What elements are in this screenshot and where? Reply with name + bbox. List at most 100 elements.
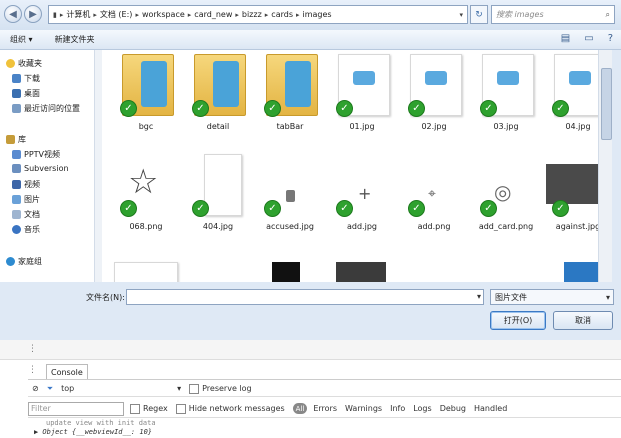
- level-info[interactable]: Info: [390, 404, 405, 413]
- breadcrumb-item[interactable]: workspace: [142, 10, 185, 19]
- console-log-line: update view with init data: [46, 419, 156, 427]
- nav-favorites[interactable]: 收藏夹: [6, 58, 42, 69]
- file-name: add.png: [417, 222, 451, 231]
- sync-check-icon: ✓: [264, 200, 281, 217]
- file-name: 404.jpg: [202, 222, 234, 231]
- sync-check-icon: ✓: [336, 100, 353, 117]
- navigation-pane: 收藏夹 下载 桌面 最近访问的位置 库 PPTV视频 Subversion 视频…: [0, 50, 96, 282]
- level-errors[interactable]: Errors: [313, 404, 337, 413]
- sync-check-icon: ✓: [192, 100, 209, 117]
- drawer-menu-icon[interactable]: ⋮: [28, 365, 37, 375]
- forward-button[interactable]: ▶: [24, 5, 42, 23]
- file-name: tabBar: [276, 122, 304, 131]
- new-folder-button[interactable]: 新建文件夹: [55, 34, 95, 45]
- level-logs[interactable]: Logs: [413, 404, 431, 413]
- organize-button[interactable]: 组织 ▾: [10, 34, 33, 45]
- open-button[interactable]: 打开(O): [490, 311, 546, 330]
- level-handled[interactable]: Handled: [474, 404, 507, 413]
- sync-check-icon: ✓: [264, 100, 281, 117]
- tab-console[interactable]: Console: [46, 364, 88, 379]
- context-select[interactable]: top ▾: [61, 384, 181, 393]
- filter-icon[interactable]: ⏷: [47, 384, 53, 394]
- file-name: 068.png: [129, 222, 163, 231]
- file-list-scrollbar[interactable]: [598, 50, 612, 282]
- chevron-down-icon[interactable]: ▾: [477, 292, 481, 301]
- regex-checkbox[interactable]: Regex: [130, 403, 168, 414]
- search-input[interactable]: 搜索 images ⌕: [491, 5, 615, 24]
- file-list: ✓ bgc ✓ detail ✓ tabBar ✓ 01.jpg ✓ 02.jpg ✓ 03.jpg ✓…: [102, 50, 598, 282]
- nav-item-music[interactable]: 音乐: [12, 224, 40, 235]
- file-name: 02.jpg: [421, 122, 447, 131]
- nav-library[interactable]: 库: [6, 134, 26, 145]
- sync-check-icon: ✓: [192, 200, 209, 217]
- download-icon: [12, 74, 21, 83]
- video-library-icon: [12, 150, 21, 159]
- level-debug[interactable]: Debug: [440, 404, 466, 413]
- sync-check-icon: ✓: [408, 200, 425, 217]
- breadcrumb-item[interactable]: card_new: [194, 10, 232, 19]
- nav-item-pptv[interactable]: PPTV视频: [12, 149, 60, 160]
- image-thumbnail-icon: [204, 154, 242, 216]
- preserve-log-checkbox[interactable]: Preserve log: [189, 383, 252, 394]
- arrow-left-icon: ◀: [9, 8, 17, 20]
- preview-pane-icon[interactable]: ▭: [584, 33, 593, 44]
- nav-item-video[interactable]: 视频: [12, 179, 40, 190]
- file-type-value: 图片文件: [495, 292, 527, 302]
- level-warnings[interactable]: Warnings: [345, 404, 382, 413]
- file-name: accused.jpg: [266, 222, 314, 231]
- chevron-down-icon: ▾: [605, 292, 610, 302]
- image-thumbnail-icon: [546, 164, 598, 204]
- nav-item-downloads[interactable]: 下载: [12, 73, 40, 84]
- file-name: 04.jpg: [565, 122, 591, 131]
- breadcrumb-item[interactable]: 文档 (E:): [100, 9, 133, 20]
- console-filter-input[interactable]: Filter: [28, 401, 124, 416]
- filename-input[interactable]: ▾: [126, 289, 484, 305]
- view-options-icon[interactable]: ▤: [561, 33, 570, 44]
- clear-console-icon[interactable]: ⊘: [32, 384, 39, 393]
- video-icon: [12, 180, 21, 189]
- command-bar: 组织 ▾ 新建文件夹 ▤ ▭ ?: [0, 30, 621, 50]
- help-icon[interactable]: ?: [608, 33, 613, 44]
- sync-check-icon: ✓: [552, 100, 569, 117]
- back-button[interactable]: ◀: [4, 5, 22, 23]
- file-name: add.jpg: [347, 222, 377, 231]
- folder-icon: ▮: [53, 10, 57, 19]
- devtools-drawer-top: [0, 340, 621, 360]
- nav-item-documents[interactable]: 文档: [12, 209, 40, 220]
- image-thumbnail-icon: [114, 262, 178, 282]
- file-name: 01.jpg: [349, 122, 375, 131]
- sync-check-icon: ✓: [552, 200, 569, 217]
- breadcrumb-item[interactable]: bizzz: [242, 10, 262, 19]
- file-type-select[interactable]: 图片文件 ▾: [490, 289, 614, 305]
- dropdown-arrow-icon[interactable]: ▾: [459, 11, 463, 19]
- sync-check-icon: ✓: [480, 200, 497, 217]
- homegroup-icon: [6, 257, 15, 266]
- sync-check-icon: ✓: [120, 200, 137, 217]
- search-placeholder: 搜索 images: [496, 10, 544, 19]
- nav-item-recent[interactable]: 最近访问的位置: [12, 103, 80, 114]
- filename-label: 文件名(N):: [86, 293, 125, 302]
- documents-icon: [12, 210, 21, 219]
- level-all-badge[interactable]: All: [292, 403, 308, 414]
- nav-item-subversion[interactable]: Subversion: [12, 164, 69, 173]
- star-icon: [6, 59, 15, 68]
- breadcrumb[interactable]: ▮ ▸ 计算机 ▸ 文档 (E:) ▸ workspace ▸ card_new…: [48, 5, 468, 24]
- nav-item-desktop[interactable]: 桌面: [12, 88, 40, 99]
- breadcrumb-item[interactable]: cards: [271, 10, 293, 19]
- cancel-button[interactable]: 取消: [553, 311, 613, 330]
- more-tools-icon[interactable]: ⋮: [28, 344, 38, 354]
- nav-homegroup[interactable]: 家庭组: [6, 256, 42, 267]
- devtools-tabs: ⋮ Console: [28, 364, 621, 380]
- scrollbar-thumb[interactable]: [601, 68, 612, 140]
- breadcrumb-item[interactable]: 计算机: [66, 9, 90, 20]
- console-log-object[interactable]: ▶ Object {__webviewId__: 10}: [34, 428, 152, 436]
- file-name: against.jpg: [555, 222, 598, 231]
- breadcrumb-item[interactable]: images: [303, 10, 332, 19]
- chevron-down-icon: ▾: [177, 384, 182, 393]
- nav-scrollbar[interactable]: [94, 50, 102, 282]
- refresh-button[interactable]: ↻: [470, 5, 488, 24]
- sync-check-icon: ✓: [480, 100, 497, 117]
- nav-item-pictures[interactable]: 图片: [12, 194, 40, 205]
- sync-check-icon: ✓: [336, 200, 353, 217]
- hide-network-checkbox[interactable]: Hide network messages: [175, 403, 285, 414]
